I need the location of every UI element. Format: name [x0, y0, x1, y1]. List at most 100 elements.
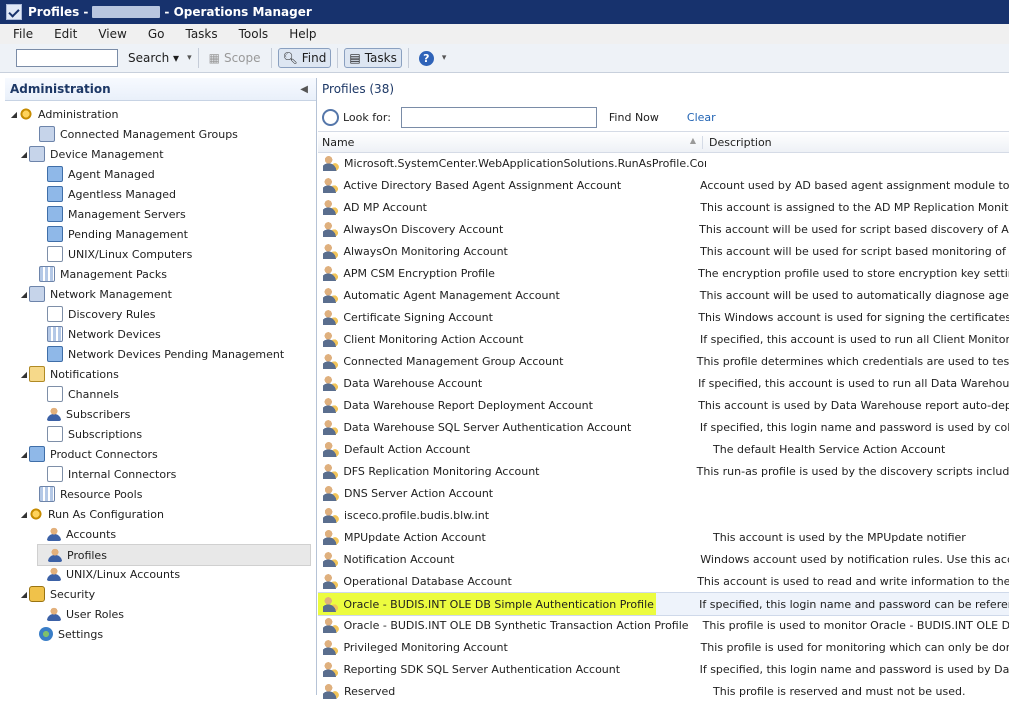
- table-row[interactable]: Microsoft.SystemCenter.WebApplicationSol…: [318, 152, 1009, 174]
- table-row[interactable]: Privileged Monitoring Account This profil…: [318, 636, 1009, 658]
- tree-node[interactable]: Agent Managed: [37, 164, 155, 184]
- tree-node[interactable]: Connected Management Groups: [29, 124, 238, 144]
- table-row[interactable]: Data Warehouse Report Deployment Account…: [318, 394, 1009, 416]
- run-as-profile-icon: [323, 353, 339, 369]
- tree-node[interactable]: Pending Management: [37, 224, 188, 244]
- tree-node[interactable]: Agentless Managed: [37, 184, 176, 204]
- tree-node[interactable]: Channels: [37, 384, 119, 404]
- menu-edit[interactable]: Edit: [41, 27, 85, 41]
- tree-node[interactable]: ◢ Run As Configuration: [19, 504, 164, 524]
- tasks-button[interactable]: ▤ Tasks: [344, 48, 402, 68]
- run-as-profile-icon: [323, 287, 339, 303]
- table-row[interactable]: Oracle - BUDIS.INT OLE DB Synthetic Tran…: [318, 614, 1009, 636]
- table-row[interactable]: Connected Management Group Account This p…: [318, 350, 1009, 372]
- table-row[interactable]: Reporting SDK SQL Server Authentication …: [318, 658, 1009, 680]
- tree-node[interactable]: User Roles: [37, 604, 124, 624]
- table-row[interactable]: Data Warehouse Account If specified, this…: [318, 372, 1009, 394]
- tree-node[interactable]: Resource Pools: [29, 484, 142, 504]
- help-button[interactable]: ?: [415, 49, 438, 68]
- look-for-input[interactable]: [400, 106, 597, 128]
- tree-node[interactable]: Settings: [29, 624, 103, 644]
- find-button[interactable]: 🔍︎ Find: [277, 48, 332, 68]
- profile-description: The encryption profile used to store enc…: [698, 266, 1009, 280]
- table-row[interactable]: Oracle - BUDIS.INT OLE DB Simple Authent…: [318, 592, 1009, 616]
- table-row[interactable]: MPUpdate Action Account This account is u…: [318, 526, 1009, 548]
- find-now-button[interactable]: Find Now: [609, 111, 659, 124]
- run-as-profile-icon: [323, 419, 339, 435]
- menu-go[interactable]: Go: [135, 27, 173, 41]
- expand-toggle-icon[interactable]: ◢: [19, 590, 29, 599]
- tree-node[interactable]: Discovery Rules: [37, 304, 156, 324]
- table-row[interactable]: Default Action Account The default Health…: [318, 438, 1009, 460]
- tree-node[interactable]: ◢ Administration: [9, 104, 119, 124]
- tree-node[interactable]: Internal Connectors: [37, 464, 176, 484]
- profile-name: Data Warehouse SQL Server Authentication…: [343, 420, 632, 434]
- tree-node[interactable]: ◢ Network Management: [19, 284, 172, 304]
- scope-button[interactable]: ▦ Scope: [205, 49, 265, 67]
- tree-node[interactable]: UNIX/Linux Accounts: [37, 564, 180, 584]
- pc-icon: [47, 186, 63, 202]
- tree-node[interactable]: Subscribers: [37, 404, 130, 424]
- navigation-pane-title: Administration: [10, 82, 111, 96]
- expand-toggle-icon[interactable]: ◢: [19, 510, 29, 519]
- table-row[interactable]: Client Monitoring Action Account If speci…: [318, 328, 1009, 350]
- column-description-label: Description: [709, 135, 772, 149]
- search-dropdown-button[interactable]: Search ▾: [124, 49, 183, 67]
- menu-file[interactable]: File: [0, 27, 41, 41]
- tree-node[interactable]: ◢ Notifications: [19, 364, 119, 384]
- tree-node[interactable]: Subscriptions: [37, 424, 142, 444]
- table-row[interactable]: isceco.profile.budis.blw.int: [318, 504, 1009, 526]
- user-icon: [47, 607, 61, 621]
- table-row[interactable]: AlwaysOn Discovery Account This account w…: [318, 218, 1009, 240]
- table-row[interactable]: Reserved This profile is reserved and mus…: [318, 680, 1009, 702]
- toolbar-search-input[interactable]: [16, 49, 118, 67]
- results-pane: Profiles (38) Look for: Find Now Clear N…: [318, 78, 1009, 699]
- tree-node-label: Pending Management: [68, 227, 188, 241]
- table-row[interactable]: DNS Server Action Account: [318, 482, 1009, 504]
- run-as-profile-icon: [323, 596, 339, 612]
- menu-help[interactable]: Help: [276, 27, 324, 41]
- column-name-label: Name: [322, 135, 355, 149]
- table-row[interactable]: DFS Replication Monitoring Account This r…: [318, 460, 1009, 482]
- tree-node[interactable]: ◢ Device Management: [19, 144, 164, 164]
- table-row[interactable]: Certificate Signing Account This Windows …: [318, 306, 1009, 328]
- expand-toggle-icon[interactable]: ◢: [19, 450, 29, 459]
- tree-node[interactable]: Profiles: [37, 544, 311, 566]
- collapse-pane-icon[interactable]: ◀: [300, 84, 308, 95]
- menu-view[interactable]: View: [85, 27, 134, 41]
- table-row[interactable]: AD MP Account This account is assigned to…: [318, 196, 1009, 218]
- profile-name: AlwaysOn Monitoring Account: [343, 244, 508, 258]
- table-row[interactable]: Operational Database Account This account…: [318, 570, 1009, 592]
- table-row[interactable]: Notification Account Windows account used…: [318, 548, 1009, 570]
- table-row[interactable]: APM CSM Encryption Profile The encryption…: [318, 262, 1009, 284]
- profile-description: This account will be used to automatical…: [699, 288, 1009, 302]
- expand-toggle-icon[interactable]: ◢: [19, 150, 29, 159]
- tree-node[interactable]: ◢ Product Connectors: [19, 444, 158, 464]
- tasks-icon: ▤: [349, 51, 361, 65]
- tree-node-label: UNIX/Linux Computers: [68, 247, 193, 261]
- clear-link[interactable]: Clear: [687, 111, 716, 124]
- expand-toggle-icon[interactable]: ◢: [19, 290, 29, 299]
- user-icon: [47, 567, 61, 581]
- tree-node[interactable]: Network Devices: [37, 324, 161, 344]
- menu-tasks[interactable]: Tasks: [172, 27, 225, 41]
- tree-node[interactable]: Management Packs: [29, 264, 167, 284]
- tree-node[interactable]: Accounts: [37, 524, 116, 544]
- menu-tools[interactable]: Tools: [226, 27, 277, 41]
- table-row[interactable]: Automatic Agent Management Account This a…: [318, 284, 1009, 306]
- table-row[interactable]: Data Warehouse SQL Server Authentication…: [318, 416, 1009, 438]
- expand-toggle-icon[interactable]: ◢: [9, 110, 19, 119]
- tree-node[interactable]: Network Devices Pending Management: [37, 344, 284, 364]
- tree-node[interactable]: Management Servers: [37, 204, 186, 224]
- toolbar-overflow-icon[interactable]: ▾: [187, 53, 192, 63]
- tree-node[interactable]: ◢ Security: [19, 584, 95, 604]
- expand-toggle-icon[interactable]: ◢: [19, 370, 29, 379]
- table-row[interactable]: AlwaysOn Monitoring Account This account …: [318, 240, 1009, 262]
- tree-node[interactable]: UNIX/Linux Computers: [37, 244, 192, 264]
- env-icon: [29, 366, 45, 382]
- tree-node-label: Run As Configuration: [48, 507, 164, 521]
- column-header-name[interactable]: Name ▲: [318, 135, 703, 149]
- table-row[interactable]: Active Directory Based Agent Assignment …: [318, 174, 1009, 196]
- toolbar-overflow-icon[interactable]: ▾: [442, 53, 447, 63]
- column-header-description[interactable]: Description: [703, 136, 772, 149]
